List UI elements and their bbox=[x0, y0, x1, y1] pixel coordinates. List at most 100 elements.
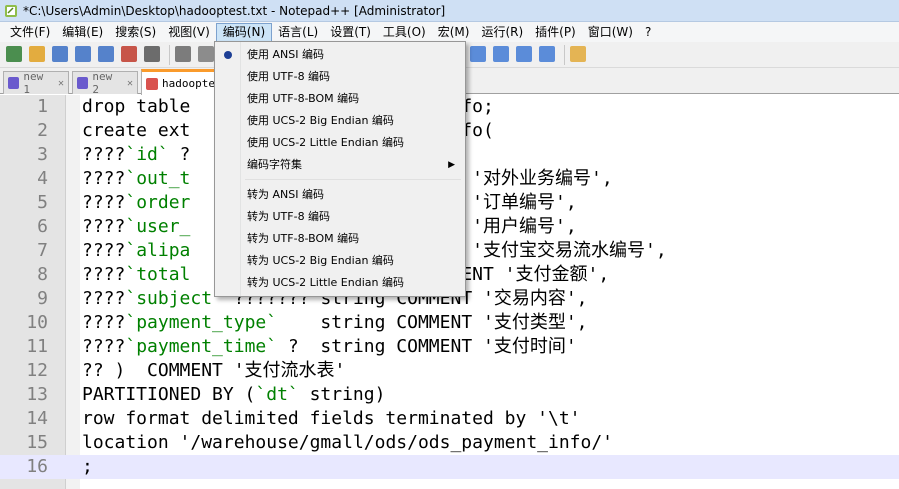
line-code: location '/warehouse/gmall/ods/ods_payme… bbox=[82, 432, 614, 453]
menu-item-4[interactable]: 编码(N) bbox=[215, 22, 273, 42]
line-code: ; bbox=[82, 456, 93, 477]
line-number: 9 bbox=[37, 288, 48, 309]
tab-1[interactable]: new 2 ✕ bbox=[72, 70, 138, 96]
menu-item-6[interactable]: 设置(T) bbox=[324, 23, 377, 42]
menu-item-label: 编码字符集 bbox=[247, 158, 302, 171]
editor-line[interactable]: 12 ?? ) COMMENT '支付流水表' bbox=[0, 359, 899, 383]
menu-bar: 文件(F) 编辑(E) 搜索(S) 视图(V) 编码(N) 语言(L) 设置(T) 工具(O)… bbox=[0, 22, 899, 42]
file-tab-icon bbox=[146, 77, 158, 90]
line-number: 7 bbox=[37, 240, 48, 261]
menu-item-3[interactable]: 视图(V) bbox=[162, 23, 216, 42]
run-macro-multiple-icon[interactable] bbox=[516, 46, 532, 62]
tab-close-icon[interactable]: ✕ bbox=[58, 78, 64, 89]
window-title: *C:\Users\Admin\Desktop\hadooptest.txt -… bbox=[23, 3, 446, 18]
menu-item-11[interactable]: 窗口(W) bbox=[582, 23, 639, 42]
encoding-menu-item-2[interactable]: 使用 UTF-8-BOM 编码 bbox=[217, 88, 463, 110]
stop-macro-icon[interactable] bbox=[470, 46, 486, 62]
encoding-menu-item-3[interactable]: 使用 UCS-2 Big Endian 编码 bbox=[217, 110, 463, 132]
tab-close-icon[interactable]: ✕ bbox=[127, 78, 133, 89]
menu-item-7[interactable]: 工具(O) bbox=[377, 23, 432, 42]
menu-item-label: 转为 UTF-8-BOM 编码 bbox=[247, 232, 360, 245]
menu-item-5[interactable]: 语言(L) bbox=[272, 23, 324, 42]
menu-item-label: 使用 UCS-2 Big Endian 编码 bbox=[247, 114, 394, 127]
menu-item-9[interactable]: 运行(R) bbox=[475, 23, 529, 42]
editor-line[interactable]: 15 location '/warehouse/gmall/ods/ods_pay… bbox=[0, 431, 899, 455]
encoding-dropdown-menu: 使用 ANSI 编码 使用 UTF-8 编码使用 UTF-8-BOM 编码使用 U… bbox=[214, 41, 466, 297]
menu-item-10[interactable]: 插件(P) bbox=[529, 23, 582, 42]
encoding-menu-item-7[interactable]: 转为 UTF-8 编码 bbox=[217, 206, 463, 228]
open-file-icon[interactable] bbox=[29, 46, 45, 62]
plugin-icon[interactable] bbox=[570, 46, 586, 62]
line-number: 12 bbox=[26, 360, 48, 381]
encoding-menu-item-9[interactable]: 转为 UCS-2 Big Endian 编码 bbox=[217, 250, 463, 272]
menu-item-12[interactable]: ? bbox=[639, 23, 657, 42]
line-number: 1 bbox=[37, 96, 48, 117]
copy-icon[interactable] bbox=[198, 46, 214, 62]
line-number: 4 bbox=[37, 168, 48, 189]
menu-item-label: 使用 ANSI 编码 bbox=[247, 48, 324, 61]
tab-label: new 2 bbox=[92, 70, 113, 96]
tab-2[interactable]: hadoopte bbox=[141, 69, 221, 95]
line-number: 15 bbox=[26, 432, 48, 453]
toolbar-separator bbox=[564, 45, 565, 65]
encoding-menu-item-1[interactable]: 使用 UTF-8 编码 bbox=[217, 66, 463, 88]
menu-item-label: 使用 UTF-8-BOM 编码 bbox=[247, 92, 360, 105]
close-all-icon[interactable] bbox=[121, 46, 137, 62]
line-code: ????`payment_time` ? string COMMENT '支付时… bbox=[82, 336, 577, 357]
title-bar: *C:\Users\Admin\Desktop\hadooptest.txt -… bbox=[0, 0, 899, 22]
menu-item-label: 使用 UCS-2 Little Endian 编码 bbox=[247, 136, 404, 149]
tab-0[interactable]: new 1 ✕ bbox=[3, 70, 69, 96]
submenu-arrow-icon: ▶ bbox=[448, 160, 455, 170]
line-number: 6 bbox=[37, 216, 48, 237]
line-number: 2 bbox=[37, 120, 48, 141]
editor-line[interactable]: 16; bbox=[0, 455, 899, 479]
line-number: 14 bbox=[26, 408, 48, 429]
line-number: 5 bbox=[37, 192, 48, 213]
menu-item-label: 转为 UCS-2 Little Endian 编码 bbox=[247, 276, 404, 289]
encoding-menu-item-8[interactable]: 转为 UTF-8-BOM 编码 bbox=[217, 228, 463, 250]
editor-line[interactable]: 14 row format delimited fields terminated… bbox=[0, 407, 899, 431]
file-tab-icon bbox=[8, 77, 20, 89]
line-number: 11 bbox=[26, 336, 48, 357]
cut-icon[interactable] bbox=[175, 46, 191, 62]
menu-item-1[interactable]: 编辑(E) bbox=[56, 23, 109, 42]
line-number: 16 bbox=[26, 456, 48, 477]
encoding-menu-item-10[interactable]: 转为 UCS-2 Little Endian 编码 bbox=[217, 272, 463, 294]
menu-item-2[interactable]: 搜索(S) bbox=[109, 23, 162, 42]
file-tab-icon bbox=[77, 77, 89, 89]
menu-separator bbox=[245, 179, 461, 180]
encoding-menu-item-5[interactable]: 编码字符集 ▶ bbox=[217, 154, 463, 176]
encoding-menu-item-0[interactable]: 使用 ANSI 编码 bbox=[217, 44, 463, 66]
playback-macro-icon[interactable] bbox=[493, 46, 509, 62]
menu-item-0[interactable]: 文件(F) bbox=[4, 23, 56, 42]
menu-item-label: 转为 UCS-2 Big Endian 编码 bbox=[247, 254, 394, 267]
line-code: ?? ) COMMENT '支付流水表' bbox=[82, 360, 346, 381]
menu-item-label: 转为 ANSI 编码 bbox=[247, 188, 324, 201]
save-icon[interactable] bbox=[52, 46, 68, 62]
editor-line[interactable]: 11 ????`payment_time` ? string COMMENT '支… bbox=[0, 335, 899, 359]
menu-item-label: 使用 UTF-8 编码 bbox=[247, 70, 331, 83]
radio-selected-icon bbox=[224, 51, 232, 59]
line-code: row format delimited fields terminated b… bbox=[82, 408, 581, 429]
save-macro-icon[interactable] bbox=[539, 46, 555, 62]
close-icon[interactable] bbox=[98, 46, 114, 62]
line-number: 10 bbox=[26, 312, 48, 333]
editor-line[interactable]: 13 PARTITIONED BY (`dt` string) bbox=[0, 383, 899, 407]
save-all-icon[interactable] bbox=[75, 46, 91, 62]
toolbar-separator bbox=[169, 45, 170, 65]
print-icon[interactable] bbox=[144, 46, 160, 62]
editor-line[interactable]: 10 ????`payment_type` string COMMENT '支付类… bbox=[0, 311, 899, 335]
notepad-plus-plus-icon bbox=[3, 3, 19, 19]
tab-label: hadoopte bbox=[162, 77, 215, 90]
line-number: 13 bbox=[26, 384, 48, 405]
tab-label: new 1 bbox=[23, 70, 44, 96]
line-number: 3 bbox=[37, 144, 48, 165]
new-file-icon[interactable] bbox=[6, 46, 22, 62]
encoding-menu-item-4[interactable]: 使用 UCS-2 Little Endian 编码 bbox=[217, 132, 463, 154]
encoding-menu-item-6[interactable]: 转为 ANSI 编码 bbox=[217, 184, 463, 206]
menu-item-label: 转为 UTF-8 编码 bbox=[247, 210, 331, 223]
line-number: 8 bbox=[37, 264, 48, 285]
line-code: PARTITIONED BY (`dt` string) bbox=[82, 384, 386, 405]
line-code: ????`payment_type` string COMMENT '支付类型'… bbox=[82, 312, 588, 333]
menu-item-8[interactable]: 宏(M) bbox=[432, 23, 476, 42]
